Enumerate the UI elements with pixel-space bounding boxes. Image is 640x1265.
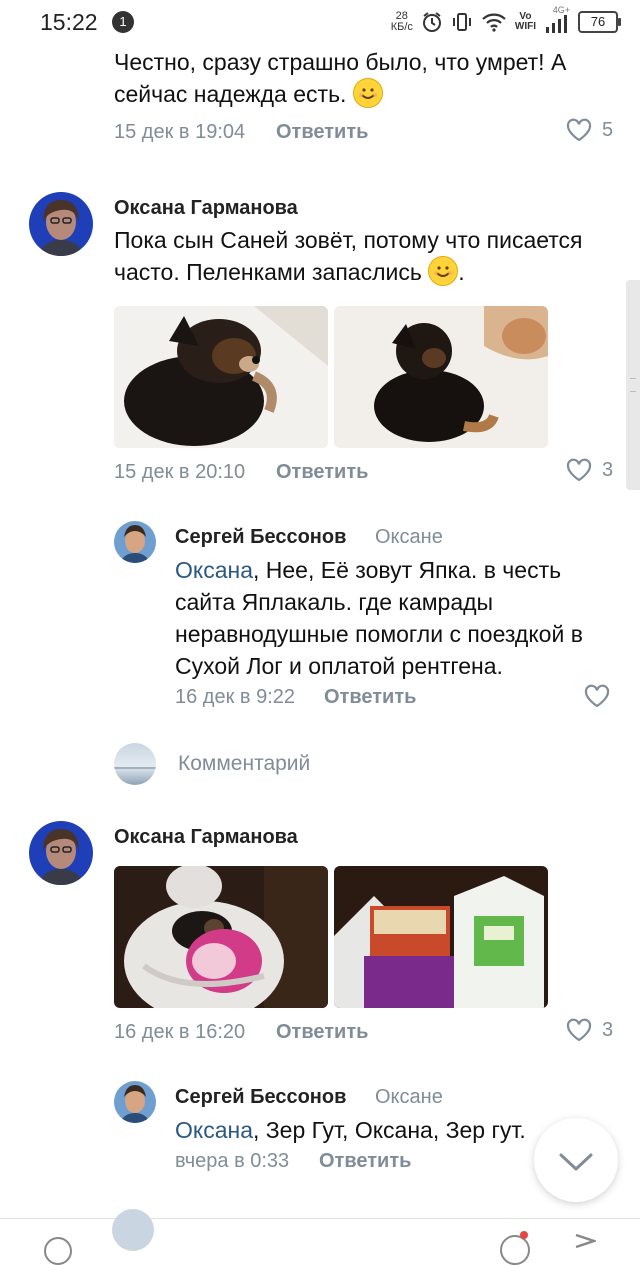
volte-indicator: Vo WIFI <box>515 12 536 32</box>
scroll-grip <box>630 378 636 392</box>
reply-button[interactable]: Ответить <box>276 1021 368 1044</box>
smile-emoji-icon <box>428 256 459 286</box>
reply-button[interactable]: Ответить <box>319 1150 411 1173</box>
status-time: 15:22 <box>40 9 98 35</box>
reply-button[interactable]: Ответить <box>324 686 416 709</box>
signal-icon: 4G+ <box>544 5 570 35</box>
mention-link[interactable]: Оксана <box>175 557 253 583</box>
reply-to-label[interactable]: Оксане <box>375 526 443 549</box>
comment-time: 16 дек в 9:22 <box>175 686 296 708</box>
chevron-down-icon <box>559 1153 593 1171</box>
comment-body: , Зер Гут, Оксана, Зер гут. <box>253 1117 526 1143</box>
like-button[interactable] <box>584 684 610 708</box>
comment-body: Честно, сразу страшно было, что умрет! А… <box>114 49 567 107</box>
comment-time: вчера в 0:33 <box>175 1150 290 1172</box>
vibrate-icon <box>452 13 471 31</box>
notification-dot <box>520 1231 528 1239</box>
comment-author[interactable]: Оксана Гарманова <box>114 826 298 849</box>
like-count: 5 <box>602 118 614 141</box>
toolbar-icon-right[interactable] <box>500 1235 530 1265</box>
toolbar-icon-left[interactable] <box>44 1237 72 1265</box>
volte-line2: WIFI <box>514 21 536 32</box>
avatar[interactable] <box>29 192 93 256</box>
comment-input[interactable]: Комментарий <box>178 752 310 776</box>
comment-time: 15 дек в 20:10 <box>114 461 246 483</box>
comment-text: Оксана, Нее, Её зовут Япка. в честь сайт… <box>175 554 615 682</box>
comment-author[interactable]: Оксана Гарманова <box>114 197 298 220</box>
heart-icon <box>566 1018 592 1042</box>
smile-emoji-icon <box>352 78 383 108</box>
comment-text: Пока сын Саней зовёт, потому что писаетс… <box>114 224 614 288</box>
heart-icon <box>584 684 610 708</box>
scroll-handle[interactable] <box>626 280 640 490</box>
comment-time: 16 дек в 16:20 <box>114 1021 246 1043</box>
alarm-icon <box>422 12 441 32</box>
status-icons: 28 КБ/с Vo WIFI 4G+ 76 <box>391 5 621 38</box>
reply-to-label[interactable]: Оксане <box>375 1086 443 1109</box>
wifi-icon <box>482 13 506 32</box>
comment-author[interactable]: Сергей Бессонов <box>175 526 346 549</box>
attached-photo[interactable] <box>114 306 328 448</box>
net-speed: 28 КБ/с <box>391 11 413 33</box>
net-speed-unit: КБ/с <box>390 21 413 33</box>
attached-photo[interactable] <box>334 866 548 1008</box>
status-bar: 15:22 1 28 КБ/с Vo WIFI 4G+ 76 <box>0 0 640 44</box>
avatar[interactable] <box>114 521 156 563</box>
like-button[interactable]: 3 <box>566 1018 613 1042</box>
comment-time: 15 дек в 19:04 <box>114 121 246 143</box>
reply-button[interactable]: Ответить <box>276 121 368 144</box>
next-avatar <box>112 1209 154 1251</box>
comment-text: Честно, сразу страшно было, что умрет! А… <box>114 46 604 110</box>
avatar[interactable] <box>29 821 93 885</box>
comment-author[interactable]: Сергей Бессонов <box>175 1086 346 1109</box>
scroll-down-button[interactable] <box>534 1118 618 1202</box>
like-button[interactable]: 5 <box>566 118 613 142</box>
send-icon[interactable] <box>574 1233 596 1249</box>
heart-icon <box>566 118 592 142</box>
battery-icon: 76 <box>578 11 621 33</box>
mention-link[interactable]: Оксана <box>175 1117 253 1143</box>
bottom-toolbar <box>0 1209 640 1265</box>
heart-icon <box>566 458 592 482</box>
like-count: 3 <box>602 1018 614 1041</box>
notification-badge: 1 <box>112 11 134 33</box>
like-count: 3 <box>602 458 614 481</box>
attached-photo[interactable] <box>334 306 548 448</box>
avatar[interactable] <box>114 1081 156 1123</box>
my-avatar <box>114 743 156 785</box>
comment-body: Пока сын Саней зовёт, потому что писаетс… <box>114 227 583 285</box>
comment-suffix: . <box>458 259 465 285</box>
attached-photo[interactable] <box>114 866 328 1008</box>
like-button[interactable]: 3 <box>566 458 613 482</box>
reply-button[interactable]: Ответить <box>276 461 368 484</box>
